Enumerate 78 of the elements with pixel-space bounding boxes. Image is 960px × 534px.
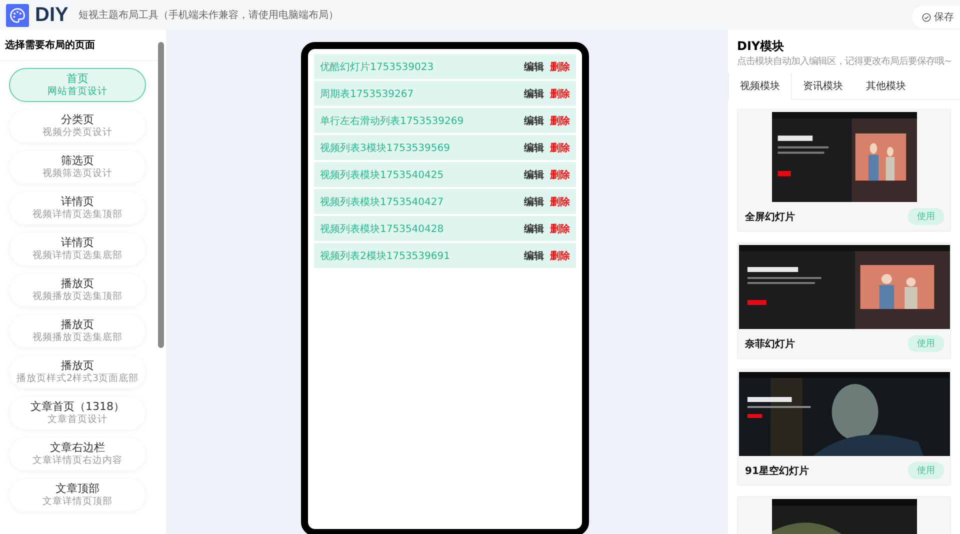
layout-block[interactable]: 视频列表模块1753540427 编辑 删除 — [314, 189, 576, 214]
module-title: 全屏幻灯片 — [745, 210, 795, 224]
page-title: 播放页 — [61, 359, 94, 373]
block-name: 视频列表3模块1753539569 — [320, 142, 450, 154]
block-name: 优酷幻灯片1753539023 — [320, 60, 434, 74]
module-card[interactable]: 91星空幻灯片 使用 — [737, 369, 951, 486]
page-item[interactable]: 筛选页 视频筛选页设计 — [9, 150, 146, 184]
delete-link[interactable]: 删除 — [550, 114, 570, 128]
block-name: 视频列表模块1753540427 — [320, 196, 444, 208]
palette-icon — [6, 4, 29, 26]
delete-link[interactable]: 删除 — [550, 168, 570, 182]
layout-block[interactable]: 优酷幻灯片1753539023 编辑 删除 — [314, 54, 576, 79]
page-item[interactable]: 播放页 视频播放页选集底部 — [9, 314, 146, 348]
block-name: 视频列表模块1753540428 — [320, 222, 444, 236]
page-title: 播放页 — [61, 277, 94, 291]
edit-link[interactable]: 编辑 — [524, 86, 544, 100]
page-title: 详情页 — [61, 236, 94, 250]
page-title: 文章首页（1318） — [30, 400, 124, 414]
module-title: 91星空幻灯片 — [745, 464, 809, 478]
page-description: 视频播放页选集底部 — [32, 332, 122, 344]
edit-link[interactable]: 编辑 — [524, 168, 544, 182]
delete-link[interactable]: 删除 — [550, 86, 570, 100]
delete-link[interactable]: 删除 — [550, 248, 570, 262]
page-description: 视频筛选页设计 — [42, 168, 112, 180]
page-description: 视频播放页选集顶部 — [32, 291, 122, 303]
delete-link[interactable]: 删除 — [550, 60, 570, 74]
edit-link[interactable]: 编辑 — [524, 140, 544, 154]
page-description: 视频分类页设计 — [42, 127, 112, 139]
page-description: 网站首页设计 — [48, 86, 108, 98]
page-item[interactable]: 播放页 视频播放页选集顶部 — [9, 273, 146, 307]
module-tab[interactable]: 视频模块 — [728, 73, 792, 100]
layout-block[interactable]: 视频列表模块1753540428 编辑 删除 — [314, 216, 576, 241]
page-item[interactable]: 详情页 视频详情页选集顶部 — [9, 191, 146, 225]
page-title: 筛选页 — [61, 154, 94, 168]
page-title: 首页 — [66, 72, 88, 86]
edit-link[interactable]: 编辑 — [524, 194, 544, 208]
page-title: 分类页 — [61, 113, 94, 127]
edit-link[interactable]: 编辑 — [524, 60, 544, 74]
panel-hint: 点击模块自动加入编辑区，记得更改布局后要保存哦~ — [736, 55, 953, 68]
module-card[interactable]: 奈菲幻灯片 使用 — [737, 242, 951, 359]
page-description: 文章首页设计 — [48, 414, 108, 426]
block-name: 单行左右滑动列表1753539269 — [320, 114, 464, 128]
block-name: 视频列表模块1753540425 — [320, 168, 444, 182]
page-item[interactable]: 文章右边栏 文章详情页右边内容 — [9, 437, 146, 471]
edit-link[interactable]: 编辑 — [524, 248, 544, 262]
app-logo: DIY — [35, 4, 68, 26]
page-description: 播放页样式2样式3页面底部 — [16, 373, 139, 385]
layout-block[interactable]: 周期表1753539267 编辑 删除 — [314, 81, 576, 106]
app-subtitle: 短视主题布局工具（手机端未作兼容，请使用电脑端布局） — [78, 8, 338, 22]
page-item[interactable]: 详情页 视频详情页选集底部 — [9, 232, 146, 266]
check-circle-icon — [922, 12, 931, 22]
layout-block[interactable]: 单行左右滑动列表1753539269 编辑 删除 — [314, 108, 576, 133]
page-item[interactable]: 文章首页（1318） 文章首页设计 — [9, 396, 146, 430]
page-item[interactable]: 播放页 播放页样式2样式3页面底部 — [9, 355, 146, 389]
edit-link[interactable]: 编辑 — [524, 222, 544, 236]
page-description: 视频详情页选集顶部 — [32, 209, 122, 221]
page-title: 文章顶部 — [56, 482, 100, 496]
block-name: 周期表1753539267 — [320, 88, 414, 100]
layout-block[interactable]: 视频列表2模块1753539691 编辑 删除 — [314, 243, 576, 268]
page-item[interactable]: 分类页 视频分类页设计 — [9, 109, 146, 143]
page-title: 播放页 — [61, 318, 94, 332]
page-description: 文章详情页右边内容 — [32, 455, 122, 467]
page-description: 文章详情页顶部 — [42, 496, 112, 508]
layout-block[interactable]: 视频列表3模块1753539569 编辑 删除 — [314, 135, 576, 160]
page-title: 详情页 — [61, 195, 94, 209]
delete-link[interactable]: 删除 — [550, 222, 570, 236]
save-button[interactable]: 保存 — [912, 6, 960, 28]
delete-link[interactable]: 删除 — [550, 140, 570, 154]
page-title: 文章右边栏 — [50, 441, 105, 455]
module-card[interactable]: 全屏幻灯片 使用 — [737, 109, 951, 232]
page-description: 视频详情页选集底部 — [32, 250, 122, 262]
panel-title: DIY模块 — [736, 38, 786, 55]
delete-link[interactable]: 删除 — [550, 194, 570, 208]
module-title: 奈菲幻灯片 — [745, 338, 795, 350]
block-name: 视频列表2模块1753539691 — [320, 250, 450, 262]
page-item[interactable]: 文章顶部 文章详情页顶部 — [9, 478, 146, 512]
edit-link[interactable]: 编辑 — [524, 114, 544, 128]
layout-block[interactable]: 视频列表模块1753540425 编辑 删除 — [314, 162, 576, 187]
